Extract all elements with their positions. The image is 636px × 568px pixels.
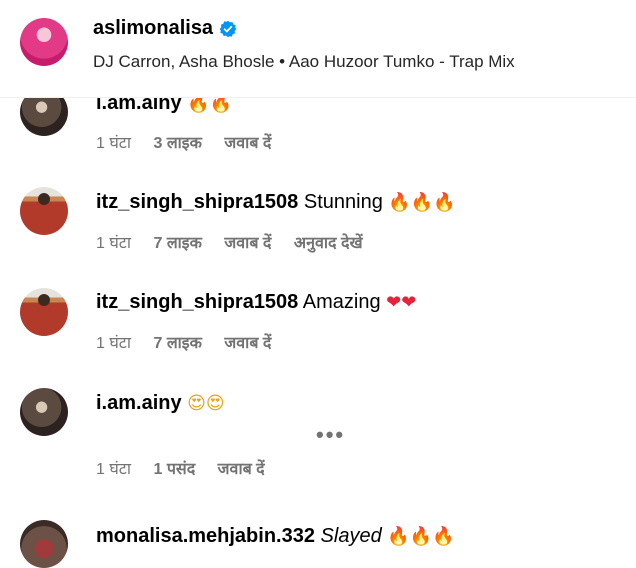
comment-meta: 1 घंटा 1 पसंद जवाब दें xyxy=(96,457,283,479)
comment-username[interactable]: i.am.ainy xyxy=(96,392,182,414)
verified-badge-icon xyxy=(219,20,237,37)
profile-avatar[interactable] xyxy=(20,18,68,66)
comment-meta: 1 घंटा 3 लाइक जवाब दें xyxy=(96,131,289,153)
comment-avatar[interactable] xyxy=(20,520,68,568)
comment-likes[interactable]: 7 लाइक xyxy=(153,335,201,352)
comment-likes[interactable]: 7 लाइक xyxy=(153,235,201,252)
post-username[interactable]: aslimonalisa xyxy=(93,17,213,40)
comment-avatar[interactable] xyxy=(20,388,68,436)
comment-time: 1 घंटा xyxy=(96,461,132,478)
comment-text: Slayed xyxy=(320,525,382,547)
comment-username[interactable]: itz_singh_shipra1508 xyxy=(96,291,298,313)
comment-likes[interactable]: 3 लाइक xyxy=(153,135,201,152)
comment-line: monalisa.mehjabin.332 Slayed 🔥🔥🔥 xyxy=(96,525,455,548)
more-options-icon[interactable]: ••• xyxy=(316,422,345,448)
reply-button[interactable]: जवाब दें xyxy=(224,335,271,352)
fire-emoji-icon: 🔥🔥🔥 xyxy=(388,192,456,213)
comment-meta: 1 घंटा 7 लाइक जवाब दें xyxy=(96,331,289,353)
comment-line: itz_singh_shipra1508 Stunning 🔥🔥🔥 xyxy=(96,191,456,214)
heart-emoji-icon: ❤❤ xyxy=(386,292,417,313)
comment-likes[interactable]: 1 पसंद xyxy=(153,461,195,478)
fire-emoji-icon: 🔥🔥🔥 xyxy=(387,526,455,547)
username-row: aslimonalisa xyxy=(93,17,237,40)
comment-time: 1 घंटा xyxy=(96,235,132,252)
comment-avatar[interactable] xyxy=(20,187,68,235)
music-info[interactable]: DJ Carron, Asha Bhosle • Aao Huzoor Tumk… xyxy=(93,52,515,72)
comment-avatar[interactable] xyxy=(20,288,68,336)
comment-username[interactable]: monalisa.mehjabin.332 xyxy=(96,525,315,547)
comment-text: Stunning xyxy=(303,191,383,213)
comment-line: i.am.ainy 😍😍 xyxy=(96,392,225,415)
post-header: aslimonalisa DJ Carron, Asha Bhosle • Aa… xyxy=(0,0,636,98)
comment-text: Amazing xyxy=(302,291,381,313)
reply-button[interactable]: जवाब दें xyxy=(224,235,271,252)
heart-eyes-emoji-icon: 😍😍 xyxy=(187,393,225,414)
comment-meta: 1 घंटा 7 लाइक जवाब दें अनुवाद देखें xyxy=(96,231,381,253)
comment-username[interactable]: itz_singh_shipra1508 xyxy=(96,191,298,213)
comment-line: itz_singh_shipra1508 Amazing ❤❤ xyxy=(96,291,416,314)
comment-time: 1 घंटा xyxy=(96,335,132,352)
reply-button[interactable]: जवाब दें xyxy=(224,135,271,152)
comment-time: 1 घंटा xyxy=(96,135,132,152)
reply-button[interactable]: जवाब दें xyxy=(218,461,265,478)
translate-button[interactable]: अनुवाद देखें xyxy=(294,235,363,252)
